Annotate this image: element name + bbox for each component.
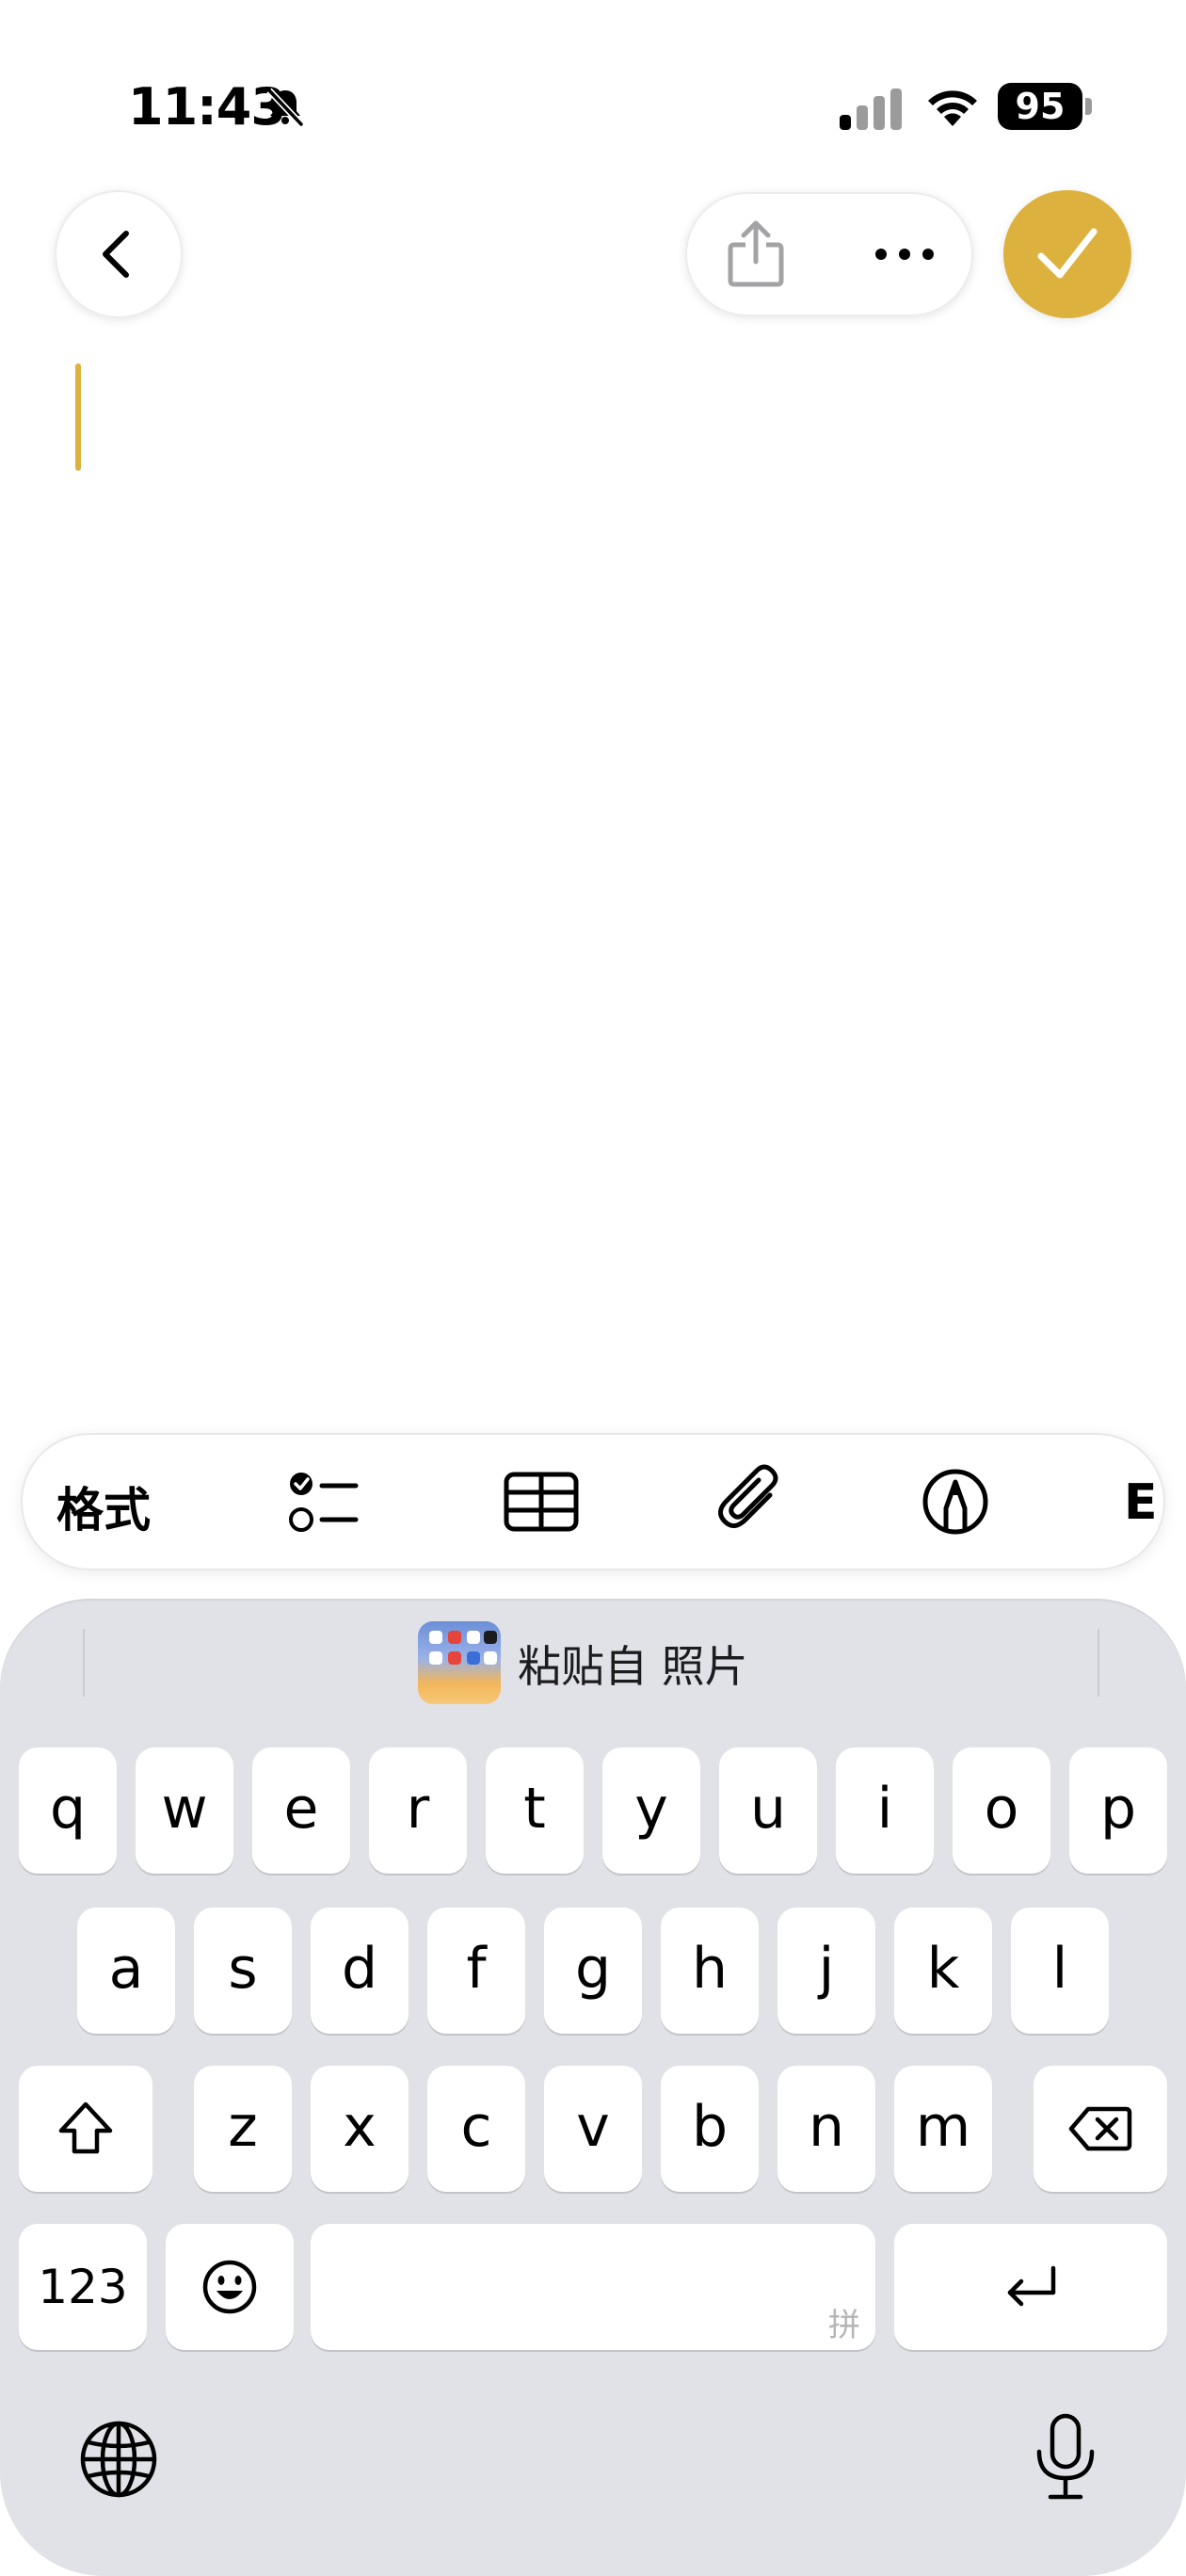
ellipsis-icon[interactable] [872, 233, 938, 275]
format-button[interactable]: 格式 [56, 1473, 151, 1540]
key-a[interactable]: a [77, 1908, 175, 2034]
key-label: j [818, 1936, 835, 2002]
numbers-key[interactable]: 123 [19, 2224, 147, 2350]
key-label: y [634, 1776, 668, 1842]
key-h[interactable]: h [661, 1908, 759, 2034]
toolbar-overflow-item[interactable]: E [1124, 1474, 1158, 1531]
key-k[interactable]: k [894, 1908, 992, 2034]
shift-key[interactable] [19, 2066, 152, 2192]
key-p[interactable]: p [1069, 1747, 1167, 1874]
space-key[interactable]: 拼 [311, 2224, 875, 2350]
emoji-icon [202, 2260, 257, 2314]
key-label: p [1099, 1776, 1137, 1842]
key-f[interactable]: f [427, 1908, 525, 2034]
key-label: n [808, 2094, 845, 2160]
key-s[interactable]: s [194, 1908, 292, 2034]
key-d[interactable]: d [311, 1908, 409, 2034]
key-label: x [343, 2094, 377, 2160]
key-label: k [926, 1936, 960, 2002]
key-b[interactable]: b [661, 2066, 759, 2192]
microphone-icon[interactable] [1032, 2412, 1099, 2503]
return-icon [1007, 2265, 1056, 2307]
key-x[interactable]: x [311, 2066, 409, 2192]
key-u[interactable]: u [719, 1747, 817, 1874]
key-e[interactable]: e [252, 1747, 350, 1874]
photos-thumbnail[interactable] [418, 1621, 501, 1704]
key-label: b [691, 2094, 729, 2160]
actions-pill [685, 192, 973, 316]
key-z[interactable]: z [194, 2066, 292, 2192]
bell-slash-icon [266, 88, 304, 127]
checklist-icon[interactable] [284, 1461, 365, 1542]
key-label: t [523, 1776, 546, 1842]
key-label: f [466, 1936, 487, 2002]
suggestion-divider [1098, 1629, 1099, 1697]
key-label: g [574, 1936, 612, 2002]
battery-level: 95 [1015, 86, 1066, 127]
status-bar: 11:43 95 [0, 0, 1186, 169]
paperclip-icon[interactable] [712, 1461, 793, 1542]
suggestion-divider [83, 1629, 85, 1697]
key-label: a [108, 1936, 144, 2002]
key-n[interactable]: n [777, 2066, 875, 2192]
paste-from-photos[interactable]: 粘贴自 照片 [518, 1633, 748, 1695]
battery-icon: 95 [998, 83, 1092, 130]
key-label: v [576, 2094, 610, 2160]
delete-key[interactable] [1034, 2066, 1167, 2192]
key-t[interactable]: t [486, 1747, 584, 1874]
key-label: q [49, 1776, 87, 1842]
back-button[interactable] [55, 190, 183, 318]
key-g[interactable]: g [544, 1908, 642, 2034]
key-c[interactable]: c [427, 2066, 525, 2192]
key-label: r [406, 1776, 430, 1842]
key-label: d [341, 1936, 378, 2002]
key-label: i [876, 1776, 893, 1842]
return-key[interactable] [894, 2224, 1167, 2350]
delete-icon [1068, 2106, 1132, 2151]
globe-icon[interactable] [79, 2420, 158, 2499]
key-label: w [161, 1776, 208, 1842]
wifi-icon [928, 90, 977, 126]
cellular-signal-icon [840, 89, 902, 130]
pinyin-hint: 拼 [828, 2307, 860, 2344]
key-label: h [691, 1936, 729, 2002]
key-label: c [460, 2094, 492, 2160]
key-w[interactable]: w [136, 1747, 233, 1874]
shift-icon [58, 2101, 113, 2154]
key-l[interactable]: l [1011, 1908, 1109, 2034]
key-i[interactable]: i [836, 1747, 934, 1874]
emoji-key[interactable] [166, 2224, 294, 2350]
key-label: m [915, 2094, 971, 2160]
key-label: z [228, 2094, 258, 2160]
key-j[interactable]: j [777, 1908, 875, 2034]
status-time: 11:43 [128, 77, 286, 137]
done-button[interactable] [1003, 190, 1131, 318]
key-m[interactable]: m [894, 2066, 992, 2192]
chevron-left-icon [103, 231, 129, 278]
format-toolbar: 格式 E [21, 1433, 1165, 1570]
text-cursor [75, 363, 81, 471]
key-label: e [283, 1776, 319, 1842]
markup-pen-icon[interactable] [915, 1461, 996, 1542]
key-label: u [749, 1776, 787, 1842]
key-label: 123 [38, 2260, 128, 2314]
share-icon[interactable] [721, 218, 791, 290]
key-y[interactable]: y [602, 1747, 700, 1874]
table-icon[interactable] [501, 1461, 582, 1542]
key-v[interactable]: v [544, 2066, 642, 2192]
key-r[interactable]: r [369, 1747, 467, 1874]
checkmark-icon [1037, 228, 1098, 279]
key-label: l [1051, 1936, 1068, 2002]
key-o[interactable]: o [953, 1747, 1050, 1874]
key-label: s [228, 1936, 258, 2002]
key-q[interactable]: q [19, 1747, 117, 1874]
key-label: o [984, 1776, 1019, 1842]
